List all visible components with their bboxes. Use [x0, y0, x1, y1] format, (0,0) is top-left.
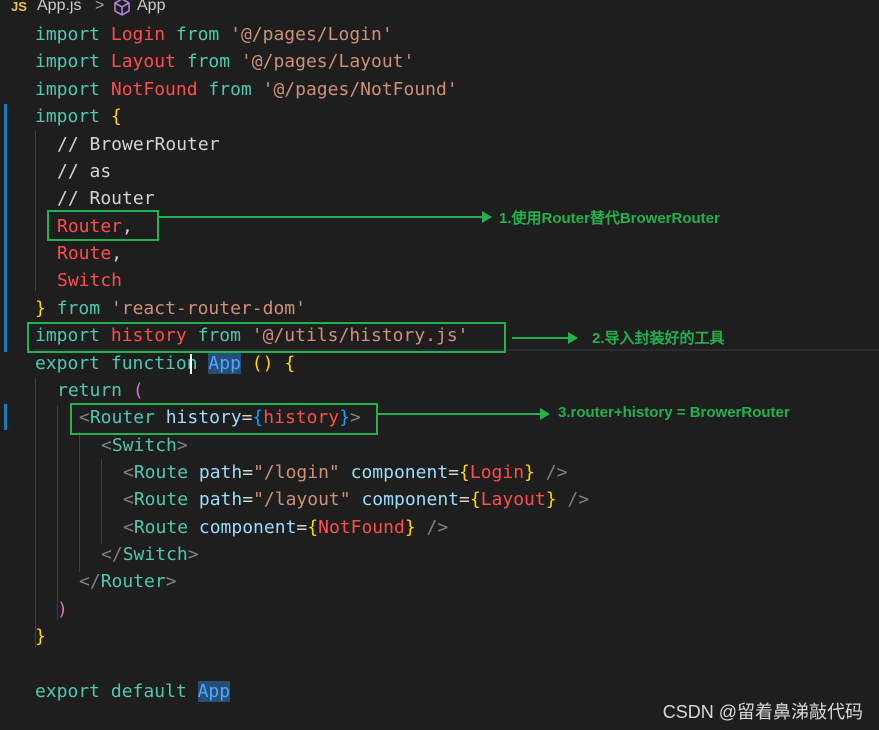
code-line: export default App [35, 681, 231, 702]
code-line: <Switch> [101, 435, 188, 456]
code-line: // BrowerRouter [57, 134, 220, 155]
annotation-arrow [512, 332, 578, 344]
text-cursor [190, 354, 192, 374]
code-line: <Route path="/login" component={Login} /… [123, 462, 568, 483]
annotation-box [27, 322, 506, 353]
annotation-note-2: 2.导入封装好的工具 [592, 330, 725, 347]
code-line: import Login from '@/pages/Login' [35, 24, 393, 45]
code-line: Route, [57, 243, 123, 264]
annotation-arrow [378, 408, 550, 420]
code-line: } [35, 626, 46, 647]
annotation-arrow [158, 211, 492, 223]
code-line: // Router [57, 188, 155, 209]
code-line: export function App () { [35, 353, 296, 374]
watermark: CSDN @留着鼻涕敲代码 [662, 702, 863, 722]
code-line: </Router> [79, 571, 177, 592]
annotation-box [70, 403, 378, 435]
code-line: import Layout from '@/pages/Layout' [35, 51, 415, 72]
code-line: import { [35, 106, 122, 127]
code-line: } from 'react-router-dom' [35, 298, 306, 319]
code-line: <Route component={NotFound} /> [123, 517, 449, 538]
code-editor[interactable]: import Login from '@/pages/Login' import… [0, 0, 879, 730]
annotation-note-3: 3.router+history = BrowerRouter [558, 404, 790, 421]
code-line: </Switch> [101, 544, 199, 565]
annotation-note-1: 1.使用Router替代BrowerRouter [499, 210, 720, 227]
annotation-box [47, 210, 159, 241]
code-line: Switch [57, 270, 123, 291]
code-line: // as [57, 161, 112, 182]
code-line: <Route path="/layout" component={Layout}… [123, 489, 590, 510]
code-line: import NotFound from '@/pages/NotFound' [35, 79, 458, 100]
code-line: return ( [57, 380, 144, 401]
code-line: ) [57, 599, 68, 620]
